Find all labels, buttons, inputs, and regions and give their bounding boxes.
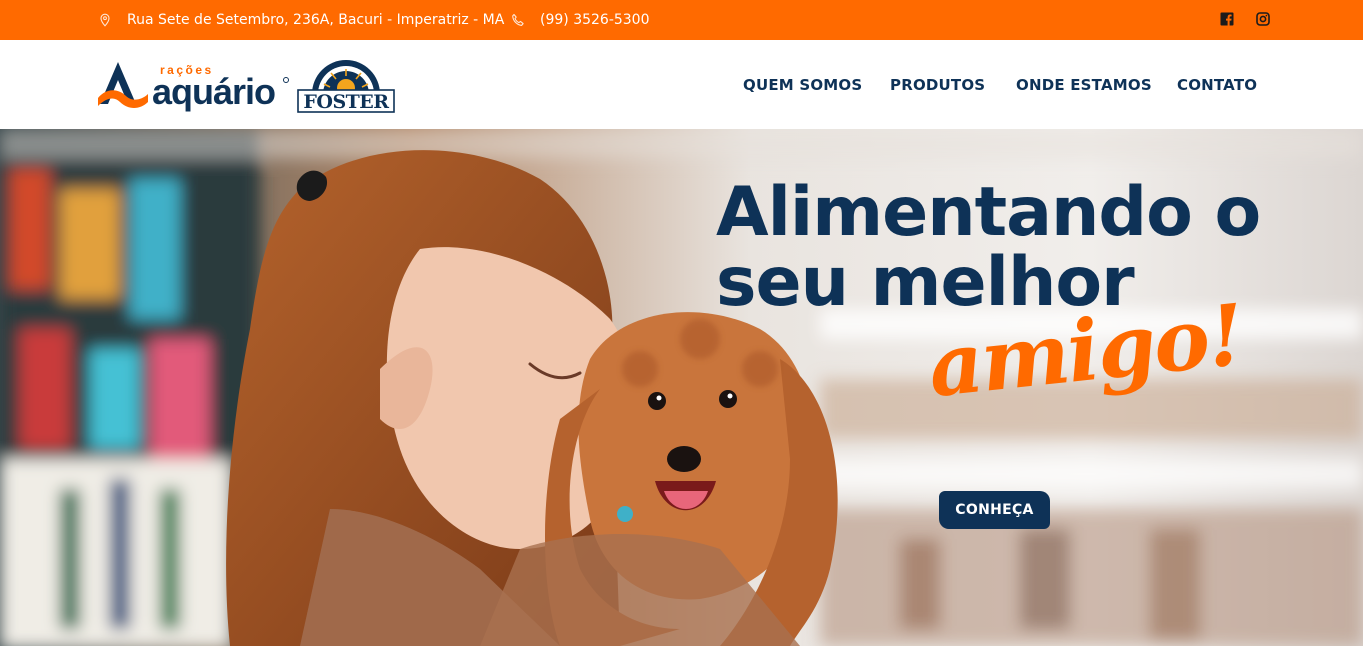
site-header: rações aquário FOSTER QUEM SOMOS PRODUTO… [0, 40, 1363, 129]
racoes-aquario-logo[interactable]: rações aquário [96, 58, 292, 112]
hero-banner: Alimentando o seu melhor amigo! CONHEÇA [0, 129, 1363, 646]
foster-logo[interactable]: FOSTER [296, 52, 396, 116]
conheca-button[interactable]: CONHEÇA [939, 491, 1050, 529]
nav-onde-estamos[interactable]: ONDE ESTAMOS [1016, 76, 1152, 94]
foster-text: FOSTER [303, 91, 389, 113]
brand-name-text: aquário [152, 71, 275, 112]
facebook-icon[interactable] [1220, 12, 1234, 26]
top-bar: Rua Sete de Setembro, 236A, Bacuri - Imp… [0, 0, 1363, 40]
instagram-icon[interactable] [1256, 12, 1270, 26]
address-text: Rua Sete de Setembro, 236A, Bacuri - Imp… [127, 12, 505, 28]
phone-icon [512, 13, 524, 26]
phone-info: (99) 3526-5300 [511, 0, 650, 40]
nav-produtos[interactable]: PRODUTOS [890, 76, 985, 94]
page: Rua Sete de Setembro, 236A, Bacuri - Imp… [0, 0, 1363, 646]
address-info: Rua Sete de Setembro, 236A, Bacuri - Imp… [98, 0, 504, 40]
map-pin-icon [100, 13, 110, 27]
nav-contato[interactable]: CONTATO [1177, 76, 1257, 94]
headline-line-1: Alimentando o [716, 173, 1261, 252]
phone-text[interactable]: (99) 3526-5300 [540, 12, 650, 28]
nav-quem-somos[interactable]: QUEM SOMOS [743, 76, 862, 94]
